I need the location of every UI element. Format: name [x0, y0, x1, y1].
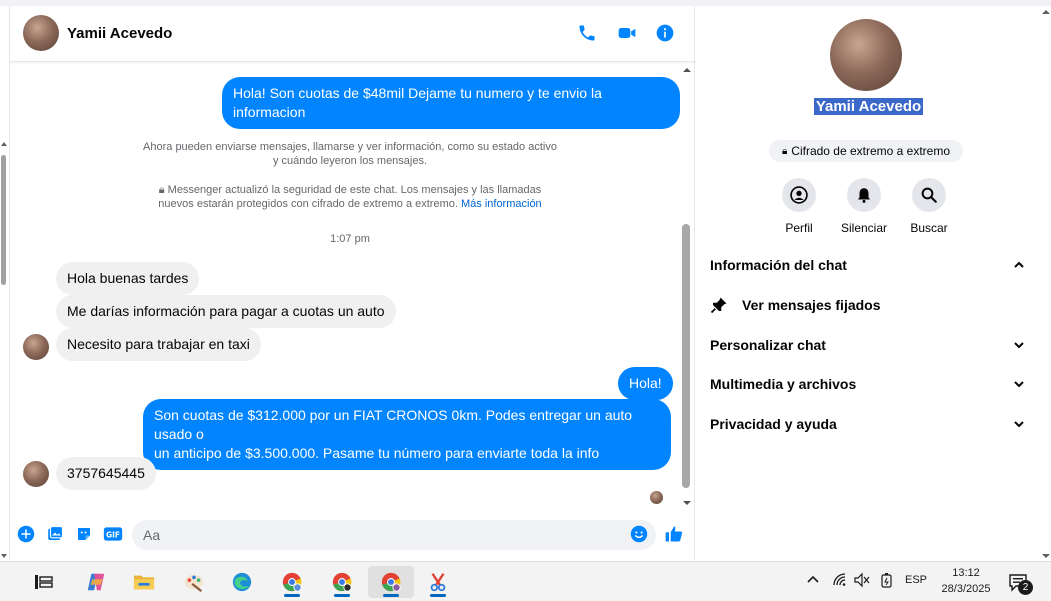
message-list: Hola! Son cuotas de $48mil Dejame tu num…	[10, 63, 680, 509]
bell-icon	[847, 178, 881, 212]
contact-name[interactable]: Yamii Acevedo	[67, 25, 172, 42]
language-indicator[interactable]: ESP	[905, 574, 927, 586]
chat-header: Yamii Acevedo	[10, 6, 696, 62]
outer-scrollbar[interactable]	[0, 140, 8, 560]
wifi-icon[interactable]	[832, 572, 848, 591]
search-icon	[912, 178, 946, 212]
snipping-tool-icon[interactable]	[418, 566, 458, 598]
running-indicator	[334, 594, 350, 597]
chevron-down-icon	[1014, 381, 1024, 388]
chevron-down-icon	[1014, 342, 1024, 349]
chevron-down-icon	[1014, 421, 1024, 428]
message-incoming[interactable]: Me darías información para pagar a cuota…	[56, 295, 396, 328]
profile-icon	[782, 178, 816, 212]
task-view-icon[interactable]	[24, 566, 64, 598]
message-incoming[interactable]: Hola buenas tardes	[56, 262, 200, 295]
contact-avatar-small[interactable]	[23, 461, 49, 487]
search-button[interactable]: Buscar	[897, 178, 961, 235]
composer: GIF	[10, 514, 696, 560]
contact-avatar-small[interactable]	[23, 334, 49, 360]
section-customize-chat[interactable]: Personalizar chat	[710, 334, 1026, 356]
notification-count-badge: 2	[1018, 580, 1033, 595]
sticker-icon[interactable]	[74, 524, 94, 544]
message-input[interactable]	[132, 520, 656, 550]
paint-icon[interactable]	[174, 566, 214, 598]
section-chat-info[interactable]: Información del chat	[710, 254, 1026, 276]
scroll-down-arrow-icon[interactable]	[681, 499, 693, 507]
running-indicator	[430, 594, 446, 597]
image-icon[interactable]	[45, 524, 65, 544]
chrome-profile-2-icon[interactable]	[322, 566, 362, 598]
message-outgoing[interactable]: Hola! Son cuotas de $48mil Dejame tu num…	[222, 77, 680, 129]
more-info-link[interactable]: Más información	[461, 198, 542, 210]
system-notice-permissions: Ahora pueden enviarse mensajes, llamarse…	[143, 141, 557, 167]
edge-icon[interactable]	[222, 566, 262, 598]
chat-scroll-thumb[interactable]	[682, 224, 690, 488]
scroll-up-arrow-icon[interactable]	[0, 140, 8, 148]
scroll-down-arrow-icon[interactable]	[0, 552, 8, 560]
search-label: Buscar	[910, 221, 948, 235]
read-receipt-avatar	[650, 491, 663, 504]
scroll-up-arrow-icon[interactable]	[681, 66, 693, 74]
running-indicator	[383, 594, 399, 597]
copilot-icon[interactable]	[76, 566, 116, 598]
like-icon[interactable]	[664, 524, 684, 544]
notification-center-icon[interactable]: 2	[1008, 570, 1034, 595]
plus-icon[interactable]	[16, 524, 36, 544]
section-media-files[interactable]: Multimedia y archivos	[710, 373, 1026, 395]
scroll-down-arrow-icon[interactable]	[1041, 552, 1051, 560]
lock-icon: 🔒︎	[158, 184, 165, 196]
volume-muted-icon[interactable]	[854, 572, 870, 591]
e2e-badge: 🔒︎ Cifrado de extremo a extremo	[769, 140, 963, 162]
phone-icon[interactable]	[576, 22, 598, 44]
system-notice-encryption: 🔒︎ Messenger actualizó la seguridad de e…	[158, 184, 542, 210]
video-icon[interactable]	[616, 22, 638, 44]
lock-icon: 🔒︎	[781, 145, 788, 157]
scroll-up-arrow-icon[interactable]	[1041, 8, 1051, 16]
message-incoming[interactable]: 3757645445	[56, 457, 156, 490]
pin-icon	[710, 297, 727, 314]
chrome-profile-3-icon[interactable]	[368, 566, 414, 598]
pinned-messages-item[interactable]: Ver mensajes fijados	[710, 294, 1026, 316]
show-hidden-icons-icon[interactable]	[806, 572, 820, 589]
battery-icon[interactable]	[880, 572, 894, 591]
mute-label: Silenciar	[840, 221, 888, 235]
contact-name-selected[interactable]: Yamii Acevedo	[813, 98, 924, 115]
mute-button[interactable]: Silenciar	[832, 178, 896, 235]
clock[interactable]: 13:12 28/3/2025	[932, 565, 1000, 597]
emoji-icon[interactable]	[629, 524, 649, 544]
svg-text:GIF: GIF	[106, 530, 120, 539]
chat-pane: Yamii Acevedo Hola! Son cuotas de $48mil…	[9, 6, 696, 560]
chevron-up-icon	[1014, 261, 1024, 268]
taskbar: ESP 13:12 28/3/2025 2	[0, 561, 1051, 601]
section-privacy-help[interactable]: Privacidad y ayuda	[710, 413, 1026, 435]
message-outgoing[interactable]: Son cuotas de $312.000 por un FIAT CRONO…	[143, 399, 671, 470]
chat-info-panel: Yamii Acevedo 🔒︎ Cifrado de extremo a ex…	[696, 6, 1041, 560]
message-incoming[interactable]: Necesito para trabajar en taxi	[56, 328, 261, 361]
outer-scroll-thumb[interactable]	[1, 155, 6, 285]
profile-button[interactable]: Perfil	[767, 178, 831, 235]
contact-avatar[interactable]	[23, 15, 59, 51]
screen: Yamii Acevedo Hola! Son cuotas de $48mil…	[0, 0, 1051, 601]
contact-avatar-large[interactable]	[830, 19, 902, 91]
profile-label: Perfil	[785, 221, 813, 235]
file-explorer-icon[interactable]	[124, 566, 164, 598]
page-scrollbar[interactable]	[1041, 6, 1051, 560]
gif-icon[interactable]: GIF	[103, 524, 123, 544]
message-timestamp: 1:07 pm	[330, 233, 370, 245]
message-outgoing[interactable]: Hola!	[618, 367, 673, 400]
info-icon[interactable]	[654, 22, 676, 44]
running-indicator	[284, 594, 300, 597]
chrome-profile-1-icon[interactable]	[272, 566, 312, 598]
